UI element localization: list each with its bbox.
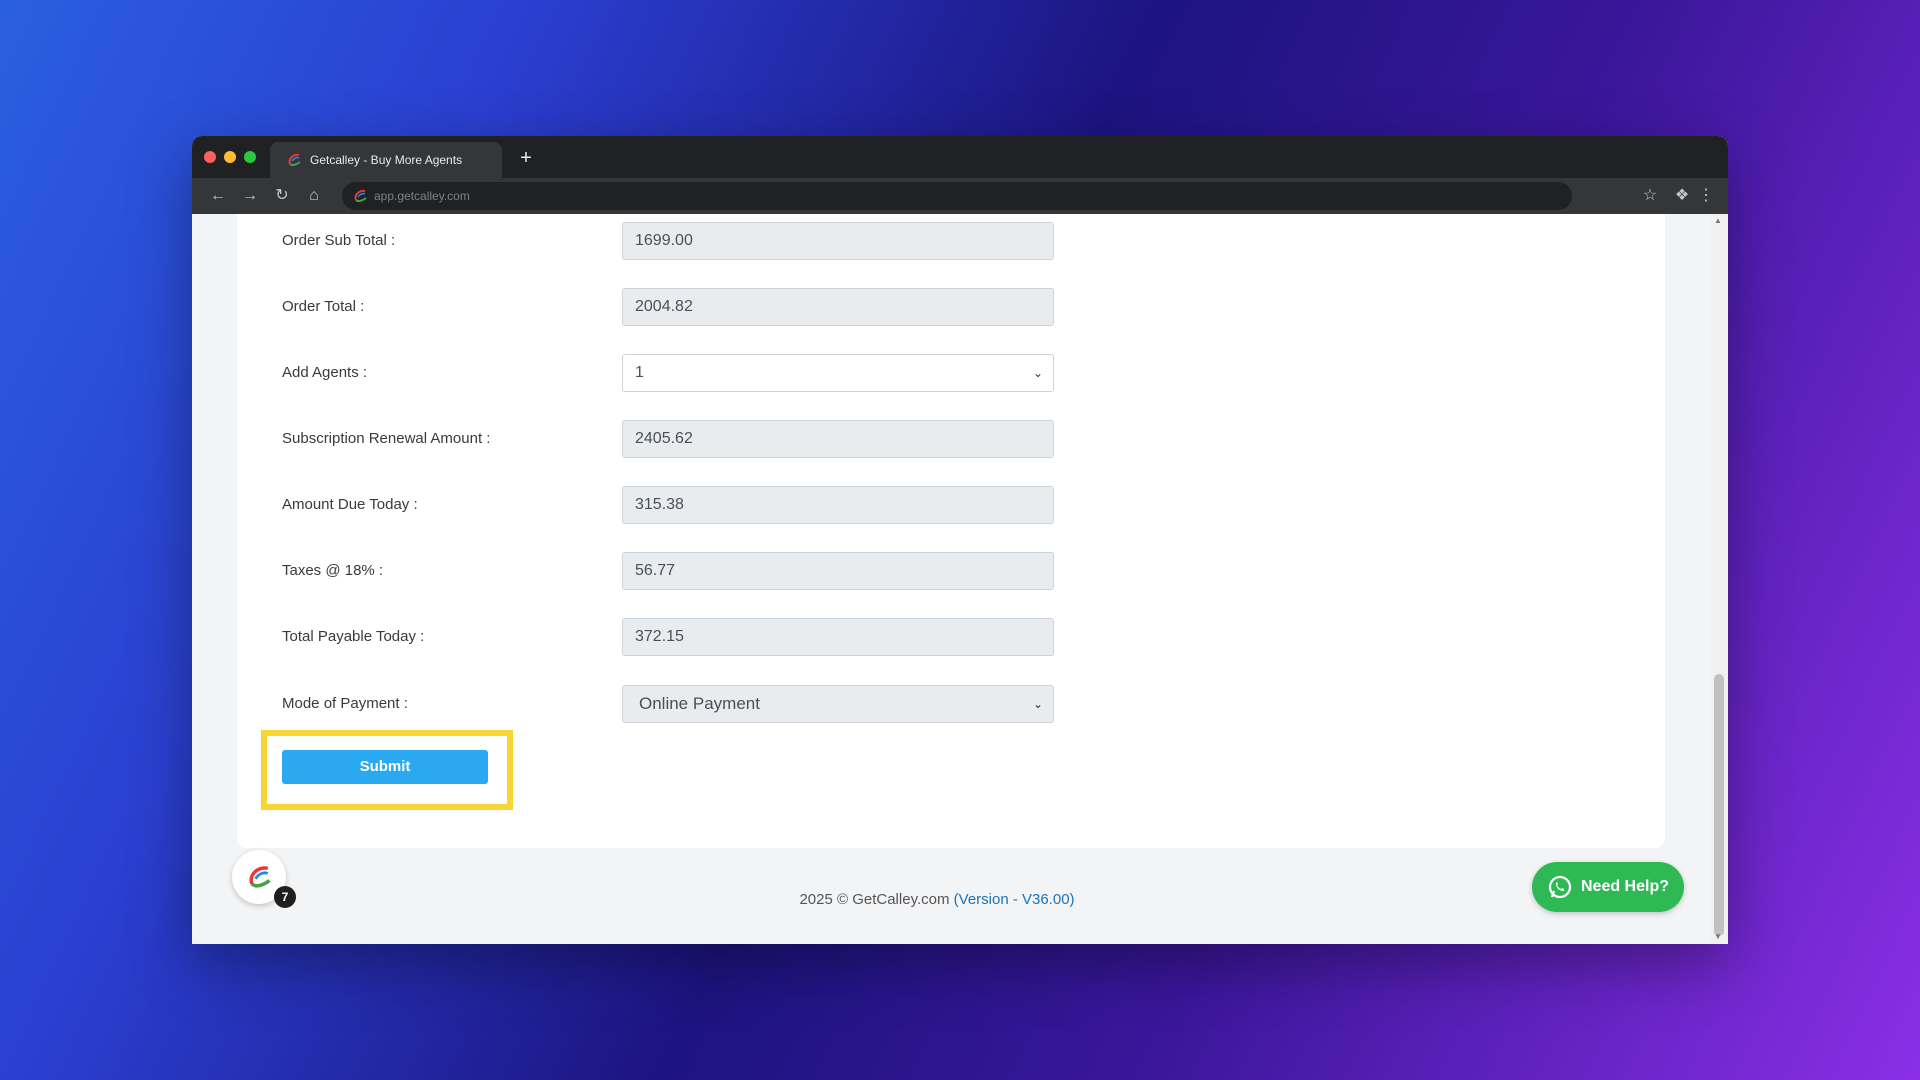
amount-due-today-label: Amount Due Today : [282,496,418,513]
amount-due-today-input[interactable]: 315.38 [622,486,1054,524]
taxes-label: Taxes @ 18% : [282,562,384,579]
maximize-window-button[interactable] [244,151,256,163]
browser-window: Getcalley - Buy More Agents + ← → ↻ ⌂ ap… [192,136,1728,944]
scroll-down-arrow-icon[interactable]: ▼ [1714,932,1722,941]
page-footer: 2025 © GetCalley.com (Version - V36.00) [192,890,1682,910]
browser-toolbar: ← → ↻ ⌂ app.getcalley.com ☆ ❖ ⋮ [192,178,1728,214]
mode-of-payment-select[interactable]: Online Payment ⌄ [622,685,1054,723]
chevron-down-icon: ⌄ [1032,697,1043,711]
forward-arrow-icon[interactable]: → [238,184,262,208]
reload-icon[interactable]: ↻ [270,184,294,208]
browser-tab[interactable]: Getcalley - Buy More Agents [270,142,502,178]
form-row-mode-of-payment: Mode of Payment : Online Payment ⌄ [282,685,1082,723]
browser-titlebar: Getcalley - Buy More Agents + [192,136,1728,178]
calley-logo-icon [249,866,271,888]
bookmark-star-icon[interactable]: ☆ [1638,184,1662,208]
mode-of-payment-label: Mode of Payment : [282,695,408,712]
add-agents-label: Add Agents : [282,364,368,381]
calley-logo-icon [288,153,301,167]
chevron-down-icon: ⌄ [1032,366,1043,380]
close-window-button[interactable] [204,151,216,163]
order-sub-total-input[interactable]: 1699.00 [622,222,1054,260]
browser-menu-icon[interactable]: ⋮ [1694,184,1718,208]
order-form-card: Order Sub Total : 1699.00 Order Total : … [237,214,1665,848]
page-scrollbar[interactable]: ▲ ▼ [1710,214,1728,944]
form-row-amount-due-today: Amount Due Today : 315.38 [282,486,1082,524]
order-total-label: Order Total : [282,298,365,315]
subscription-renewal-input[interactable]: 2405.62 [622,420,1054,458]
scroll-up-arrow-icon[interactable]: ▲ [1714,216,1722,225]
form-row-order-sub-total: Order Sub Total : 1699.00 [282,222,1082,260]
subscription-renewal-label: Subscription Renewal Amount : [282,430,491,447]
url-text: app.getcalley.com [374,189,470,203]
submit-button[interactable]: Submit [282,750,488,784]
copyright-text: 2025 © GetCalley.com [799,891,950,908]
calley-logo-icon [354,189,367,203]
whatsapp-icon [1548,875,1572,899]
taxes-input[interactable]: 56.77 [622,552,1054,590]
need-help-label: Need Help? [1580,878,1669,895]
form-row-order-total: Order Total : 2004.82 [282,288,1082,326]
add-agents-selected-value: 1 [635,364,644,381]
form-row-subscription-renewal: Subscription Renewal Amount : 2405.62 [282,420,1082,458]
minimize-window-button[interactable] [224,151,236,163]
scrollbar-thumb[interactable] [1714,674,1724,936]
version-link[interactable]: (Version - V36.00) [954,891,1075,908]
tab-title: Getcalley - Buy More Agents [310,153,463,167]
order-total-input[interactable]: 2004.82 [622,288,1054,326]
form-row-taxes: Taxes @ 18% : 56.77 [282,552,1082,590]
add-agents-select[interactable]: 1 ⌄ [622,354,1054,392]
order-sub-total-label: Order Sub Total : [282,232,396,249]
address-bar[interactable]: app.getcalley.com [342,182,1572,210]
extensions-puzzle-icon[interactable]: ❖ [1670,184,1694,208]
form-row-total-payable-today: Total Payable Today : 372.15 [282,618,1082,656]
new-tab-button[interactable]: + [514,146,538,170]
total-payable-today-input[interactable]: 372.15 [622,618,1054,656]
mode-of-payment-selected-value: Online Payment [639,694,760,713]
page-content: Order Sub Total : 1699.00 Order Total : … [192,214,1728,944]
total-payable-today-label: Total Payable Today : [282,628,425,645]
form-row-add-agents: Add Agents : 1 ⌄ [282,354,1082,392]
back-arrow-icon[interactable]: ← [206,184,230,208]
home-icon[interactable]: ⌂ [302,184,326,208]
need-help-button[interactable]: Need Help? [1532,862,1684,912]
